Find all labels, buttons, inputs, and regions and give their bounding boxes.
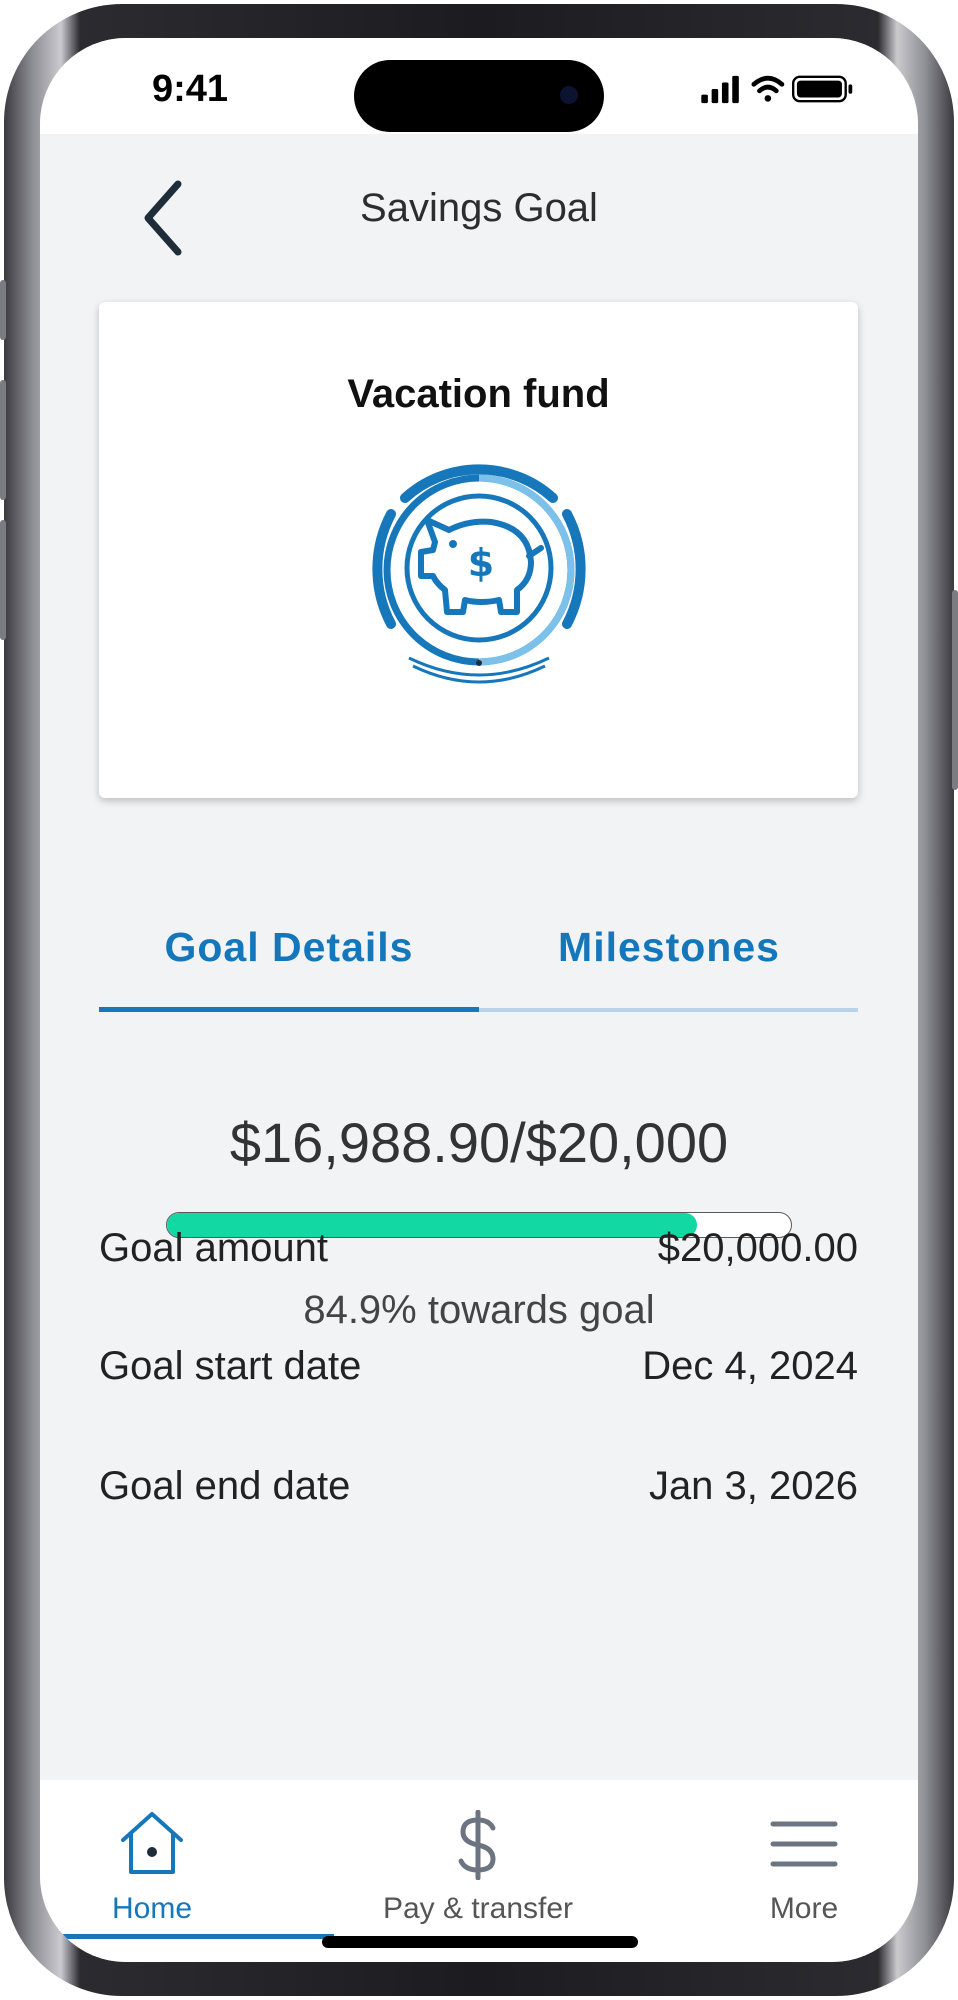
- tab-active-indicator: [99, 1007, 479, 1012]
- menu-icon: [770, 1821, 838, 1867]
- detail-label: Goal end date: [99, 1464, 351, 1508]
- detail-row-goal-start-date: Goal start date Dec 4, 2024: [99, 1344, 858, 1404]
- side-button-right: [952, 590, 958, 790]
- signal-icon: [701, 75, 739, 104]
- side-button-left-2: [0, 380, 6, 500]
- tab-goal-details[interactable]: Goal Details: [99, 902, 479, 1012]
- tabs: Goal Details Milestones: [99, 902, 858, 1018]
- bottom-nav: Home Pay & transfer More: [40, 1780, 918, 1962]
- piggy-bank-dollar-icon: $: [372, 464, 586, 684]
- home-indicator[interactable]: [322, 1936, 638, 1948]
- battery-icon: [792, 75, 853, 103]
- nav-item-more[interactable]: More: [658, 1780, 918, 1940]
- detail-value: Jan 3, 2026: [648, 1464, 858, 1508]
- side-button-left-3: [0, 520, 6, 640]
- side-button-left-1: [0, 280, 6, 340]
- dynamic-island: [354, 60, 604, 132]
- nav-label: More: [769, 1892, 839, 1925]
- home-icon: [121, 1812, 183, 1874]
- nav-item-pay-transfer[interactable]: Pay & transfer: [332, 1780, 624, 1940]
- nav-label: Pay & transfer: [382, 1892, 574, 1925]
- tab-milestones[interactable]: Milestones: [479, 902, 859, 1012]
- nav-label: Home: [111, 1892, 193, 1925]
- dollar-icon: [458, 1810, 496, 1880]
- detail-row-goal-end-date: Goal end date Jan 3, 2026: [99, 1464, 858, 1524]
- camera-dot: [560, 86, 578, 104]
- screen: 9:41 Savings Goal Vacation fund $ Goal D…: [40, 38, 918, 1962]
- detail-row-goal-amount: Goal amount $20,000.00: [99, 1226, 858, 1286]
- header: Savings Goal: [40, 134, 918, 256]
- detail-label: Goal start date: [99, 1344, 362, 1388]
- status-bar: 9:41: [40, 38, 918, 134]
- amount-summary: $16,988.90/$20,000: [229, 1111, 729, 1174]
- goal-card[interactable]: Vacation fund $: [99, 302, 858, 798]
- progress-percent-text: 84.9% towards goal: [303, 1288, 655, 1332]
- wifi-icon: [751, 75, 785, 102]
- nav-active-indicator: [62, 1934, 334, 1939]
- page-title: Savings Goal: [360, 186, 598, 230]
- detail-value: $20,000.00: [657, 1226, 858, 1270]
- nav-item-home[interactable]: Home: [40, 1780, 298, 1940]
- status-icons: [701, 75, 853, 104]
- detail-label: Goal amount: [99, 1226, 329, 1270]
- svg-text:$: $: [468, 541, 494, 585]
- detail-value: Dec 4, 2024: [642, 1344, 858, 1388]
- status-time: 9:41: [152, 68, 229, 110]
- goal-name: Vacation fund: [347, 372, 610, 416]
